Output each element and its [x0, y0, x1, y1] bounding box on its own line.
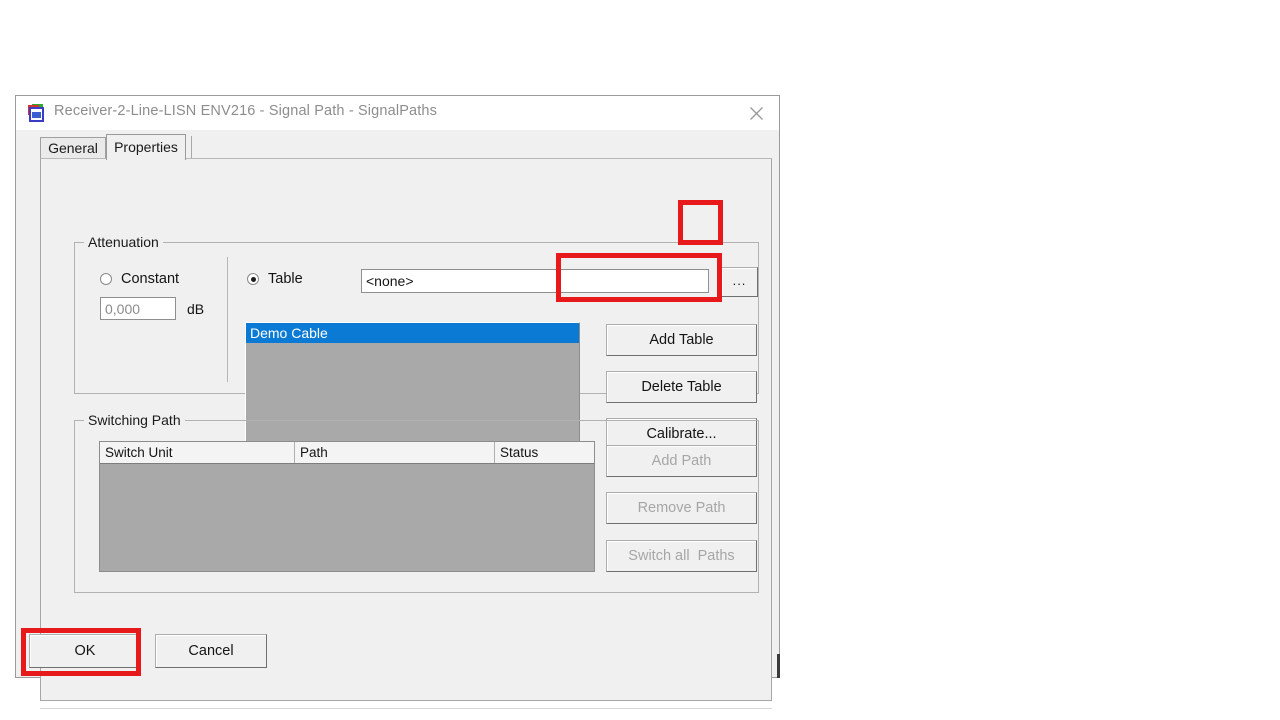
add-path-button[interactable]: Add Path [606, 445, 757, 477]
attenuation-group: Attenuation Constant 0,000 dB Table <non… [74, 234, 759, 450]
tab-strip: General Properties [24, 134, 772, 160]
constant-value-field[interactable]: 0,000 [100, 297, 176, 320]
screen-root: Receiver-2-Line-LISN ENV216 - Signal Pat… [0, 0, 1280, 720]
constant-radio-label: Constant [121, 271, 180, 287]
properties-tab-page: Attenuation Constant 0,000 dB Table <non… [40, 158, 772, 701]
cancel-button[interactable]: Cancel [155, 634, 267, 668]
column-header-path[interactable]: Path [295, 442, 495, 463]
column-header-switch-unit[interactable]: Switch Unit [100, 442, 295, 463]
table-radio[interactable]: Table [247, 271, 303, 287]
switching-path-group-label: Switching Path [84, 412, 185, 428]
window-title: Receiver-2-Line-LISN ENV216 - Signal Pat… [54, 103, 438, 119]
switching-path-table[interactable]: Switch Unit Path Status [99, 441, 595, 572]
list-item[interactable]: Demo Cable [246, 323, 579, 343]
close-icon[interactable] [733, 96, 779, 130]
browse-button[interactable]: ... [721, 267, 758, 297]
ok-button[interactable]: OK [29, 634, 141, 668]
table-header-row: Switch Unit Path Status [100, 442, 594, 464]
title-bar: Receiver-2-Line-LISN ENV216 - Signal Pat… [16, 96, 779, 130]
table-name-field[interactable]: <none> [361, 269, 709, 293]
tab-strip-divider [191, 136, 192, 158]
add-table-button[interactable]: Add Table [606, 324, 757, 356]
table-radio-label: Table [268, 271, 303, 287]
constant-unit-label: dB [187, 301, 205, 317]
delete-table-button[interactable]: Delete Table [606, 371, 757, 403]
column-header-status[interactable]: Status [495, 442, 594, 463]
attenuation-divider [227, 257, 228, 382]
attenuation-group-label: Attenuation [84, 234, 163, 250]
tab-properties[interactable]: Properties [106, 134, 186, 160]
window-edge-marker [777, 654, 780, 678]
constant-radio[interactable]: Constant [100, 271, 179, 287]
switch-all-paths-button[interactable]: Switch all Paths [606, 540, 757, 572]
table-body-empty [100, 464, 594, 571]
tab-general[interactable]: General [40, 137, 106, 158]
remove-path-button[interactable]: Remove Path [606, 492, 757, 524]
signal-path-dialog: Receiver-2-Line-LISN ENV216 - Signal Pat… [15, 95, 780, 709]
signal-path-icon [28, 104, 47, 122]
radio-indicator-table [247, 273, 259, 285]
radio-indicator-constant [100, 273, 112, 285]
footer-divider [40, 708, 772, 709]
switching-path-group: Switching Path Switch Unit Path Status A… [74, 412, 759, 593]
